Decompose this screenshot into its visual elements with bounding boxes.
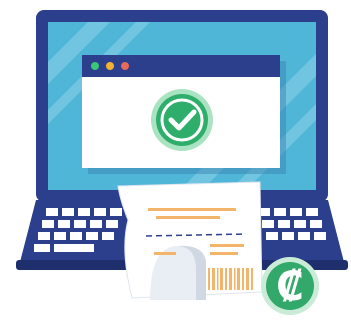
illustration-svg: ₡ [16,10,348,315]
colon-currency-icon: ₡ [261,257,319,315]
checkmark-icon [151,89,213,151]
barcode-icon [208,268,253,290]
laptop-payment-illustration: ₡ [0,0,351,317]
yellow-dot-icon [106,62,114,70]
red-dot-icon [121,62,129,70]
currency-symbol: ₡ [276,264,304,310]
receipt [117,181,263,300]
green-dot-icon [91,62,99,70]
